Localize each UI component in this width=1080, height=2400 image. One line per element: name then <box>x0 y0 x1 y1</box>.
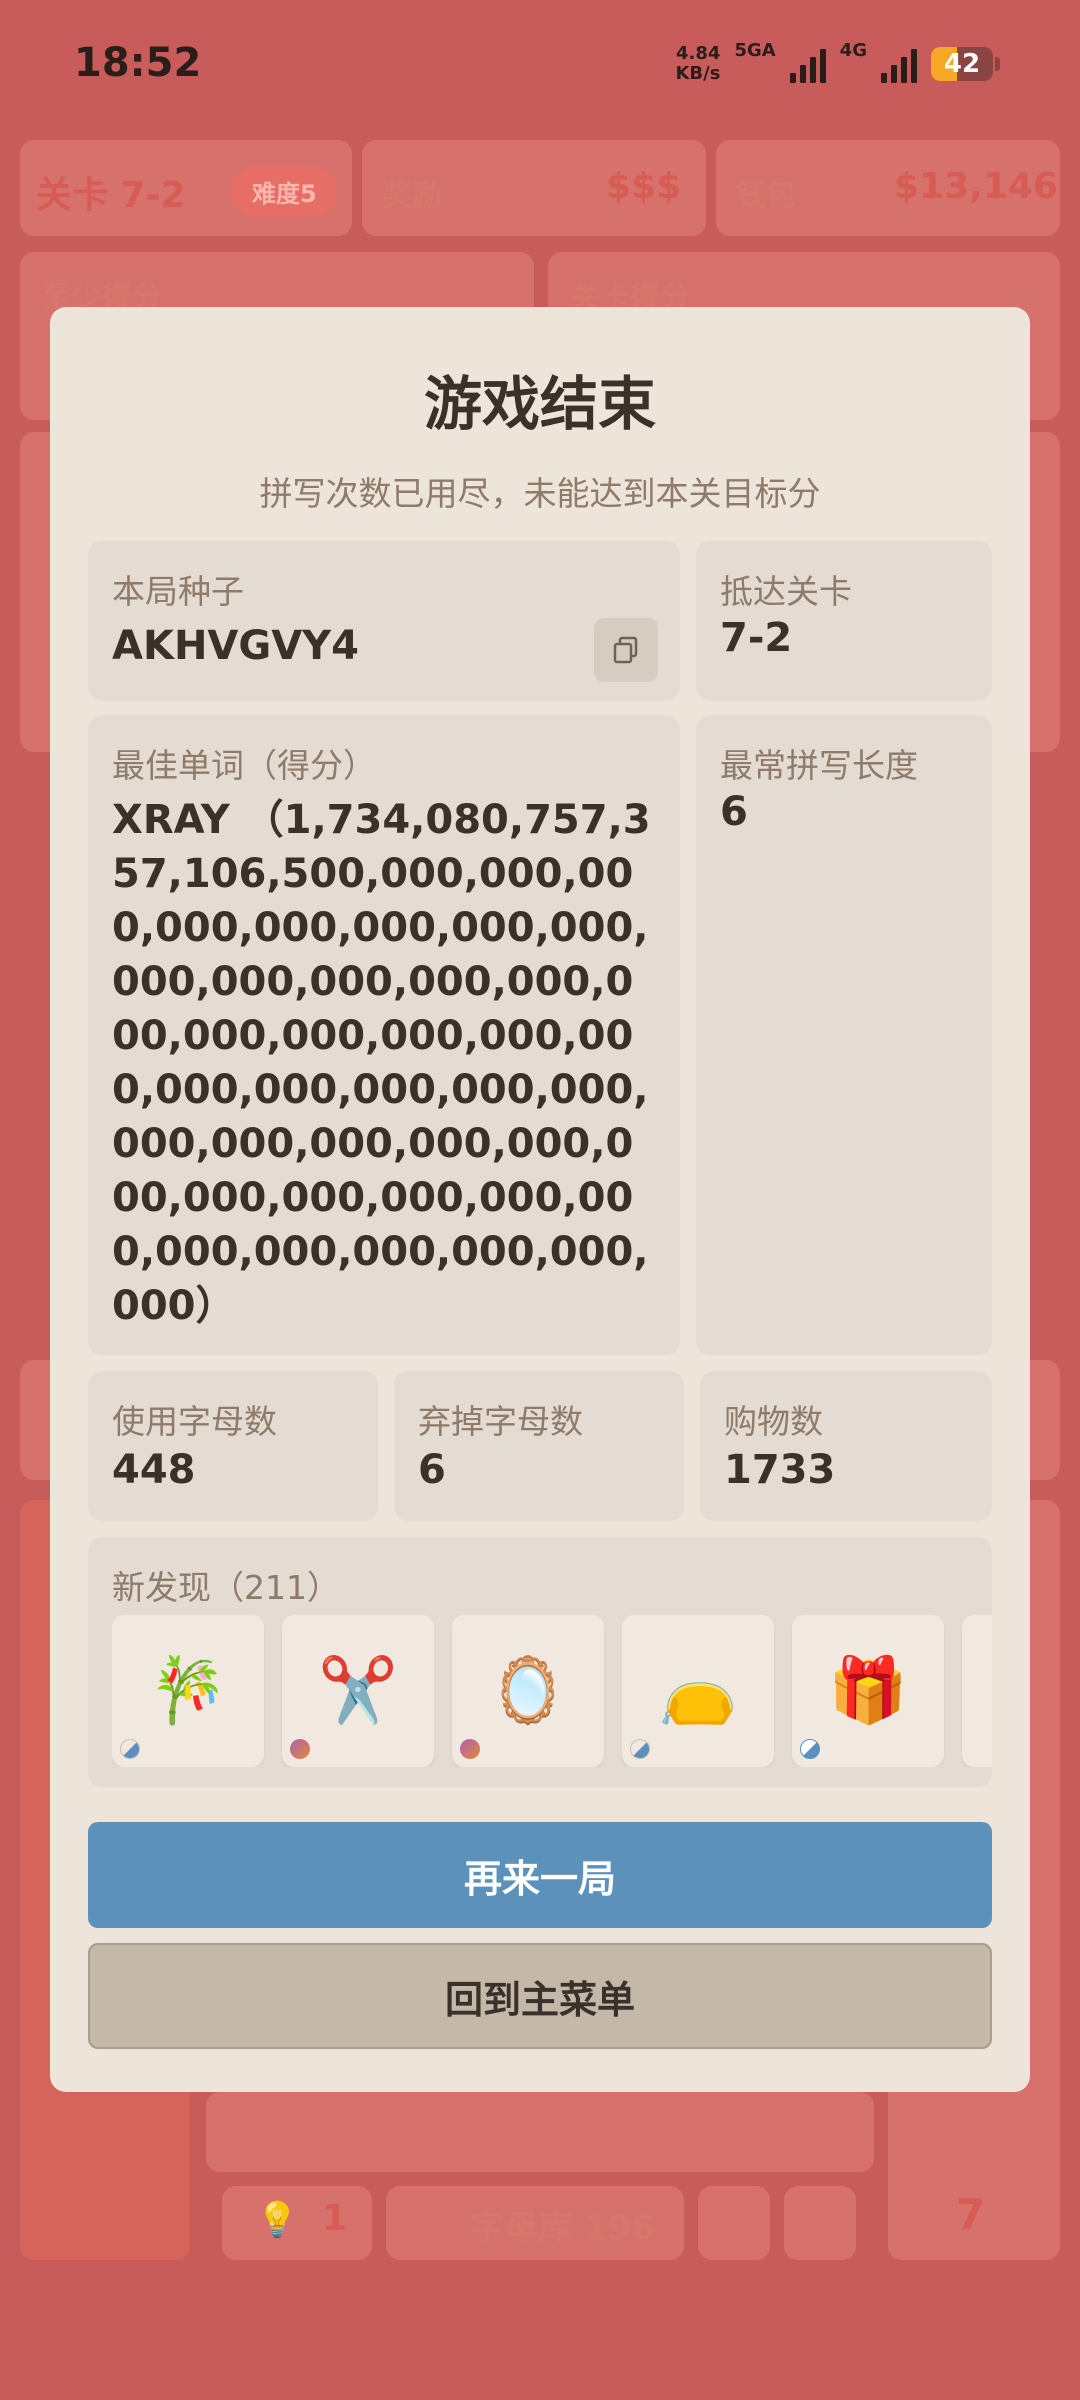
network-speed: 4.84 KB/s <box>675 44 720 84</box>
mirror-icon: 🪞 <box>488 1654 568 1728</box>
purchases-label: 购物数 <box>724 1402 823 1441</box>
network-type-1: 5GA <box>734 40 776 61</box>
letters-discarded-label: 弃掉字母数 <box>418 1402 583 1441</box>
discovery-item[interactable]: 🎋 <box>112 1615 264 1767</box>
status-bar: 18:52 4.84 KB/s 5GA 4G 42 <box>0 0 1080 130</box>
discovery-item[interactable]: 👝 <box>622 1615 774 1767</box>
discovery-item[interactable]: ✂️ <box>282 1615 434 1767</box>
reached-level-panel: 抵达关卡 7-2 <box>696 541 992 701</box>
common-length-panel: 最常拼写长度 6 <box>696 715 992 1355</box>
copy-icon <box>613 636 638 664</box>
bg-hand-tiles <box>206 2092 874 2172</box>
seed-label: 本局种子 <box>112 572 244 611</box>
letters-used-label: 使用字母数 <box>112 1402 277 1441</box>
battery-icon: 42 <box>931 47 993 81</box>
copy-seed-button[interactable] <box>594 618 658 682</box>
dialog-title: 游戏结束 <box>423 370 656 438</box>
scissors-icon: ✂️ <box>318 1654 398 1728</box>
bg-difficulty-badge: 难度5 <box>232 166 337 217</box>
letters-used-panel: 使用字母数 448 <box>88 1371 378 1521</box>
common-length-value: 6 <box>720 789 748 835</box>
bg-right-count: 7 <box>956 2190 986 2239</box>
purchases-panel: 购物数 1733 <box>700 1371 992 1521</box>
bg-reward-label: 奖励 <box>382 178 442 213</box>
best-word-value: XRAY （1,734,080,757,357,106,500,000,000,… <box>112 797 651 1329</box>
battery-level: 42 <box>943 49 981 79</box>
bg-reward-value: $$$ <box>606 166 682 207</box>
reached-level-value: 7-2 <box>720 615 793 661</box>
dialog-subtitle: 拼写次数已用尽，未能达到本关目标分 <box>259 474 821 513</box>
discoveries-panel: 新发现（211） 🎋 ✂️ 🪞 👝 🎁 <box>88 1537 992 1787</box>
discoveries-label: 新发现（211） <box>112 1568 340 1607</box>
seed-value: AKHVGVY4 <box>112 623 359 669</box>
game-over-dialog: 游戏结束 拼写次数已用尽，未能达到本关目标分 本局种子 AKHVGVY4 抵达关… <box>50 307 1030 2092</box>
play-again-button[interactable]: 再来一局 <box>88 1822 992 1928</box>
best-word-label: 最佳单词（得分） <box>112 746 376 785</box>
letters-discarded-panel: 弃掉字母数 6 <box>394 1371 684 1521</box>
bg-swap-button <box>784 2186 856 2260</box>
best-word-panel: 最佳单词（得分） XRAY （1,734,080,757,357,106,500… <box>88 715 680 1355</box>
discovery-item[interactable]: 🎁 <box>792 1615 944 1767</box>
pouch-icon: 👝 <box>658 1654 738 1728</box>
purchases-value: 1733 <box>724 1447 836 1493</box>
rarity-dot-icon <box>120 1739 140 1759</box>
battery-tip <box>995 57 1000 71</box>
rarity-dot-icon <box>460 1739 480 1759</box>
discoveries-list[interactable]: 🎋 ✂️ 🪞 👝 🎁 <box>112 1615 992 1767</box>
signal-icon <box>789 45 826 83</box>
bg-level-label: 关卡 7-2 <box>36 175 186 216</box>
letters-used-value: 448 <box>112 1447 196 1493</box>
bg-hint-count: 1 <box>322 2198 348 2239</box>
bg-lightbulb-icon: 💡 <box>256 2200 299 2240</box>
status-indicators: 4.84 KB/s 5GA 4G 42 <box>675 40 1000 88</box>
common-length-label: 最常拼写长度 <box>720 746 918 785</box>
rarity-dot-icon <box>800 1739 820 1759</box>
seed-panel: 本局种子 AKHVGVY4 <box>88 541 680 701</box>
rarity-dot-icon <box>630 1739 650 1759</box>
rarity-dot-icon <box>290 1739 310 1759</box>
discovery-item-partial[interactable] <box>962 1615 992 1767</box>
bg-wallet-value: $13,146 <box>894 166 1058 207</box>
network-type-2: 4G <box>839 40 867 61</box>
status-time: 18:52 <box>74 40 202 86</box>
main-menu-button[interactable]: 回到主菜单 <box>88 1943 992 2049</box>
bg-wallet-label: 钱包 <box>736 178 796 213</box>
network-speed-value: 4.84 <box>676 43 721 64</box>
reached-level-label: 抵达关卡 <box>720 572 852 611</box>
bg-letter-bank-label: 字母库 196 <box>470 2208 655 2248</box>
discovery-item[interactable]: 🪞 <box>452 1615 604 1767</box>
signal-icon-2 <box>881 45 917 83</box>
letters-discarded-value: 6 <box>418 1447 446 1493</box>
gift-icon: 🎁 <box>828 1654 908 1728</box>
bg-bookmark-button <box>698 2186 770 2260</box>
bamboo-icon: 🎋 <box>148 1654 228 1728</box>
network-speed-unit: KB/s <box>675 63 721 84</box>
